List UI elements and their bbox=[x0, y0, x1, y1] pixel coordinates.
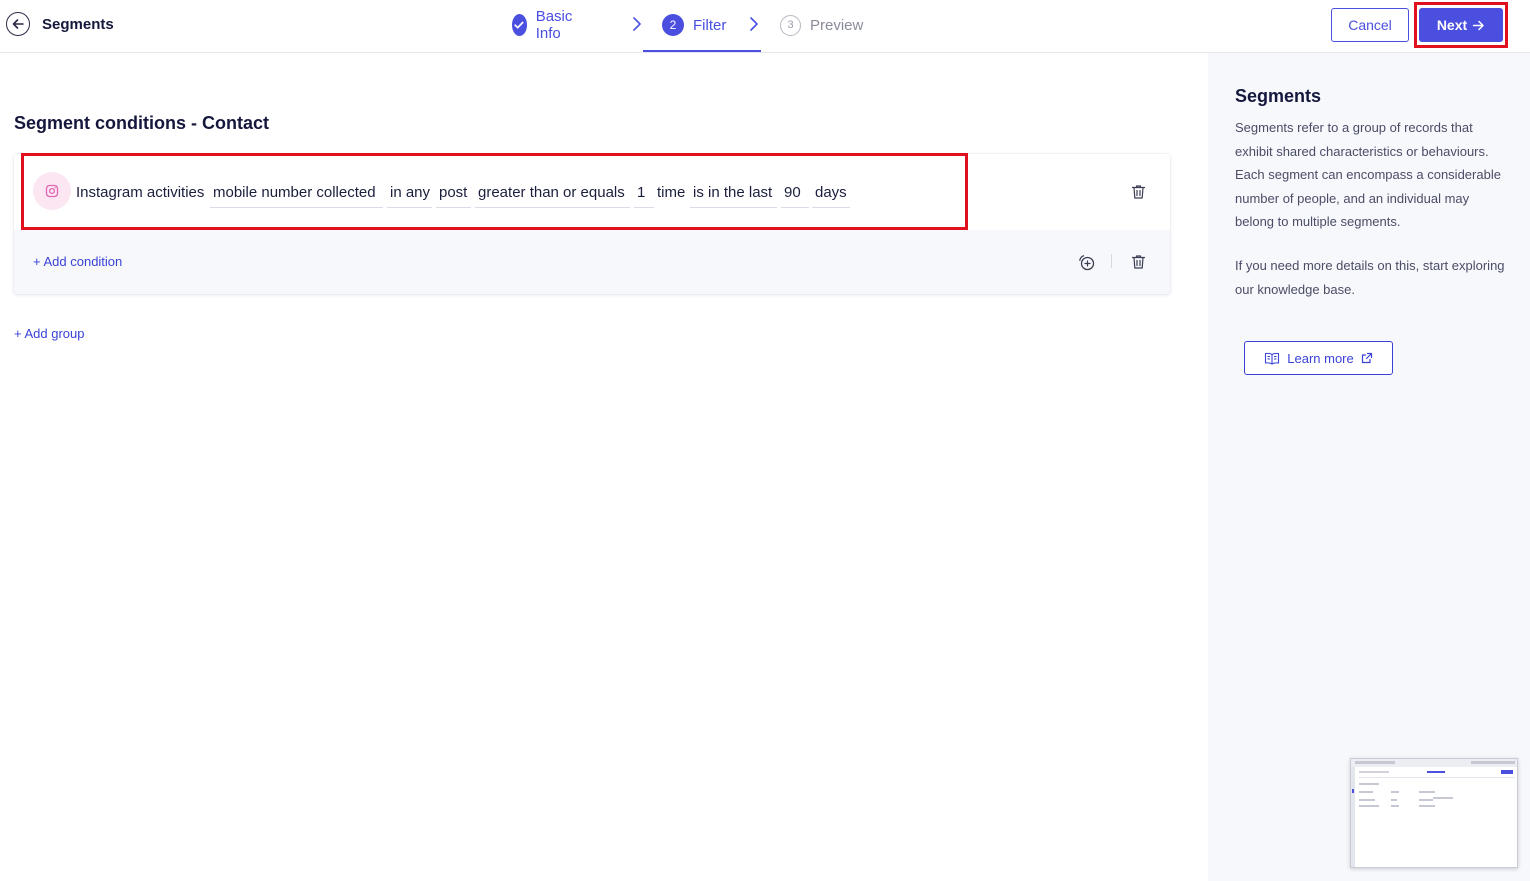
step-filter[interactable]: 2 Filter bbox=[662, 13, 726, 37]
activity-dropdown[interactable]: mobile number collected bbox=[210, 184, 383, 208]
step-number: 2 bbox=[662, 14, 684, 36]
chevron-right-icon bbox=[633, 17, 641, 31]
group-footer bbox=[14, 230, 1170, 294]
count-input[interactable]: 1 bbox=[634, 184, 654, 208]
help-description-more: If you need more details on this, start … bbox=[1235, 258, 1505, 297]
copy-icon bbox=[1079, 255, 1095, 271]
step-label: Filter bbox=[693, 16, 727, 34]
step-label: Preview bbox=[810, 16, 864, 34]
arrow-left-icon bbox=[12, 19, 24, 29]
page-title: Segments bbox=[42, 16, 114, 33]
cancel-button[interactable]: Cancel bbox=[1331, 8, 1409, 42]
chevron-right-icon bbox=[750, 17, 758, 31]
trash-icon bbox=[1131, 185, 1145, 199]
add-condition-link[interactable]: + Add condition bbox=[33, 254, 122, 269]
step-label: Basic Info bbox=[535, 8, 573, 42]
section-title: Segment conditions - Contact bbox=[14, 113, 270, 133]
period-unit-dropdown[interactable]: days bbox=[812, 184, 850, 208]
copy-group-button[interactable] bbox=[1075, 251, 1097, 273]
delete-condition-button[interactable] bbox=[1127, 181, 1149, 203]
learn-more-label: Learn more bbox=[1287, 350, 1354, 366]
learn-more-button[interactable]: Learn more bbox=[1244, 341, 1393, 375]
object-dropdown[interactable]: post bbox=[436, 184, 471, 208]
active-step-underline bbox=[643, 50, 761, 52]
screen-preview-thumbnail bbox=[1350, 758, 1518, 868]
external-link-icon bbox=[1361, 352, 1372, 364]
delete-group-button[interactable] bbox=[1127, 251, 1149, 273]
instagram-icon bbox=[33, 172, 71, 210]
trash-icon bbox=[1131, 255, 1145, 269]
operator-dropdown[interactable]: greater than or equals bbox=[475, 184, 630, 208]
condition-group bbox=[14, 154, 1170, 294]
step-number: 3 bbox=[780, 14, 801, 36]
step-preview[interactable]: 3 Preview bbox=[780, 13, 863, 37]
help-title: Segments bbox=[1235, 86, 1322, 106]
divider bbox=[1111, 254, 1112, 268]
next-button[interactable]: Next bbox=[1419, 8, 1503, 42]
period-value-input[interactable]: 90 bbox=[781, 184, 809, 208]
time-label: time bbox=[657, 184, 686, 201]
step-basic-info[interactable]: Basic Info bbox=[512, 8, 580, 42]
period-operator-dropdown[interactable]: is in the last bbox=[690, 184, 777, 208]
scope-dropdown[interactable]: in any bbox=[387, 184, 432, 208]
add-group-link[interactable]: + Add group bbox=[14, 326, 84, 341]
book-icon bbox=[1265, 352, 1280, 365]
back-button[interactable] bbox=[6, 12, 30, 36]
top-header: Segments Basic Info 2 Filter 3 Preview C… bbox=[0, 0, 1530, 53]
next-label: Next bbox=[1436, 17, 1468, 33]
check-icon bbox=[512, 14, 527, 36]
arrow-right-icon bbox=[1472, 20, 1484, 30]
help-description: Segments refer to a group of records tha… bbox=[1235, 120, 1501, 229]
condition-source: Instagram activities bbox=[76, 184, 205, 201]
